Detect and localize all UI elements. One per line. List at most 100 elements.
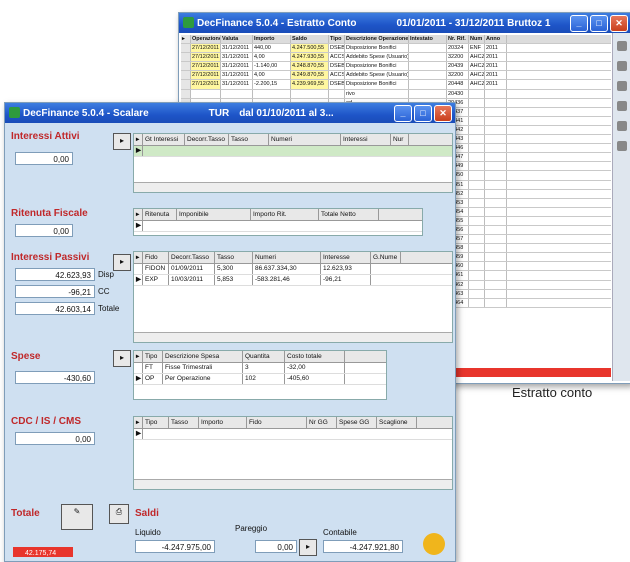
scalare-tur: TUR [208,107,230,119]
spese-field[interactable]: -430,60 [15,371,95,384]
table-header: ▸ Gt Interessi Decorr.Tasso Tasso Numeri Inte… [134,134,452,146]
column-header[interactable]: G.Nume [371,252,401,263]
interessi-passivi-details-button[interactable]: ▸ [113,254,131,271]
tool-icon-2[interactable] [617,61,627,71]
table-row[interactable]: FT Fisse Trimestrali 3 -32,00 [134,363,386,374]
column-header[interactable]: Tipo [143,417,169,428]
spese-details-button[interactable]: ▸ [113,350,131,367]
pareggio-button[interactable]: ▸ [299,539,317,556]
ritenuta-fiscale-title: Ritenuta Fiscale [11,208,88,219]
column-header[interactable]: Nr GG [307,417,337,428]
column-header[interactable]: Tasso [215,252,253,263]
interessi-passivi-cc[interactable]: -96,21 [15,285,95,298]
column-header[interactable]: Decorr.Tasso [169,252,215,263]
app-icon [9,107,20,118]
close-button[interactable]: ✕ [610,15,628,32]
estratto-conto-caption: Estratto conto [512,385,593,400]
table-row[interactable]: ▶ OP Per Operazione 102 -405,60 [134,374,386,385]
column-header[interactable]: Quantita [243,351,285,362]
totale-field[interactable]: 42.175,74 [13,547,73,557]
grid-row[interactable]: 27/12/2011 31/12/2011 440,00 4.247.500,55 DS… [181,44,611,54]
liquido-field[interactable]: -4.247.975,00 [135,540,215,553]
column-header[interactable]: Tasso [229,134,269,145]
spese-title: Spese [11,351,41,362]
column-header[interactable]: Ritenuta [143,209,177,220]
table-row[interactable]: ▶ EXP 10/03/2011 5,853 -583.281,46 -96,21 [134,275,452,286]
calculate-icon[interactable]: ✎ [61,504,93,530]
column-header[interactable]: Costo totale [285,351,345,362]
scalare-title: DecFinance 5.0.4 - Scalare [23,107,149,119]
column-header[interactable]: Tasso [169,417,199,428]
cdc-field[interactable]: 0,00 [15,432,95,445]
ritenuta-table[interactable]: ▸ Ritenuta Imponibile Importo Rit. Totale Ne… [133,208,423,236]
table-header: ▸ Ritenuta Imponibile Importo Rit. Totale Ne… [134,209,422,221]
estratto-conto-titlebar[interactable]: DecFinance 5.0.4 - Estratto Conto 01/01/… [179,13,630,33]
column-header[interactable]: Importo Rit. [251,209,319,220]
grid-row[interactable]: 27/12/2011 31/12/2011 4,00 4.247.930,55 ACCS… [181,53,611,63]
interessi-attivi-details-button[interactable]: ▸ [113,133,131,150]
tool-icon-4[interactable] [617,101,627,111]
interessi-passivi-title: Interessi Passivi [11,252,90,263]
maximize-button[interactable]: □ [590,15,608,32]
pareggio-field[interactable]: 0,00 [255,540,297,553]
ritenuta-fiscale-field[interactable]: 0,00 [15,224,73,237]
tool-icon-3[interactable] [617,81,627,91]
column-header[interactable]: Interesse [321,252,371,263]
column-header[interactable]: Descrizione Spesa [163,351,243,362]
contabile-label: Contabile [323,528,357,537]
cdc-title: CDC / IS / CMS [11,416,82,427]
table-header: ▸ Tipo Tasso Importo Fido Nr GG Spese GG Scagli… [134,417,452,429]
interessi-attivi-table[interactable]: ▸ Gt Interessi Decorr.Tasso Tasso Numeri Inte… [133,133,453,193]
tool-icon-5[interactable] [617,121,627,131]
column-header[interactable]: Spese GG [337,417,377,428]
grid-row[interactable]: 27/12/2011 31/12/2011 4,00 4.249.870,55 ACCS… [181,71,611,81]
scalare-window: DecFinance 5.0.4 - Scalare TUR dal 01/10… [4,102,456,562]
scalare-period: dal 01/10/2011 al 3... [239,107,334,119]
tool-icon-1[interactable] [617,41,627,51]
horizontal-scrollbar[interactable] [134,479,452,489]
totale-title: Totale [11,508,40,519]
liquido-label: Liquido [135,528,161,537]
column-header[interactable]: Totale Netto [319,209,379,220]
maximize-button[interactable]: □ [414,105,432,122]
interessi-passivi-totale[interactable]: 42.603,14 [15,302,95,315]
table-row[interactable]: FIDON 01/09/2011 5,300 86.637.334,30 12.623,… [134,264,452,275]
column-header[interactable]: Fido [143,252,169,263]
spese-table[interactable]: ▸ Tipo Descrizione Spesa Quantita Costo tota… [133,350,387,400]
column-header[interactable]: Tipo [143,351,163,362]
cc-label: CC [98,287,110,296]
grid-row[interactable]: 27/12/2011 31/12/2011 -2.200,15 4.239.969,5… [181,80,611,90]
assistant-icon[interactable] [423,533,445,555]
totale-label: Totale [98,304,120,313]
column-header[interactable]: Nur [391,134,409,145]
column-header[interactable]: Decorr.Tasso [185,134,229,145]
contabile-field[interactable]: -4.247.921,80 [323,540,403,553]
cdc-table[interactable]: ▸ Tipo Tasso Importo Fido Nr GG Spese GG Scagli… [133,416,453,490]
estratto-conto-title: DecFinance 5.0.4 - Estratto Conto [197,17,357,29]
interessi-passivi-table[interactable]: ▸ Fido Decorr.Tasso Tasso Numeri Interesse G.N… [133,251,453,343]
close-button[interactable]: ✕ [434,105,452,122]
minimize-button[interactable]: _ [394,105,412,122]
column-header[interactable]: Interessi [341,134,391,145]
column-header[interactable]: Fido [247,417,307,428]
column-header[interactable]: Numeri [269,134,341,145]
column-header[interactable]: Importo [199,417,247,428]
column-header[interactable]: Numeri [253,252,321,263]
minimize-button[interactable]: _ [570,15,588,32]
saldi-title: Saldi [135,508,159,519]
grid-row[interactable]: 27/12/2011 31/12/2011 -1.140,00 4.248.870,5… [181,62,611,72]
interessi-attivi-field[interactable]: 0,00 [15,152,73,165]
grid-row[interactable]: rivo 20430 [181,89,611,99]
interessi-attivi-title: Interessi Attivi [11,131,80,142]
column-header[interactable]: Imponibile [177,209,251,220]
tools-sidebar [612,33,630,381]
scalare-titlebar[interactable]: DecFinance 5.0.4 - Scalare TUR dal 01/10… [5,103,455,123]
column-header[interactable]: Gt Interessi [143,134,185,145]
tool-icon-6[interactable] [617,141,627,151]
horizontal-scrollbar[interactable] [134,182,452,192]
interessi-passivi-disp[interactable]: 42.623,93 [15,268,95,281]
column-header[interactable]: Scaglione [377,417,417,428]
horizontal-scrollbar[interactable] [134,332,452,342]
print-icon[interactable]: ⎙ [109,504,129,524]
table-header: ▸ Tipo Descrizione Spesa Quantita Costo tota… [134,351,386,363]
